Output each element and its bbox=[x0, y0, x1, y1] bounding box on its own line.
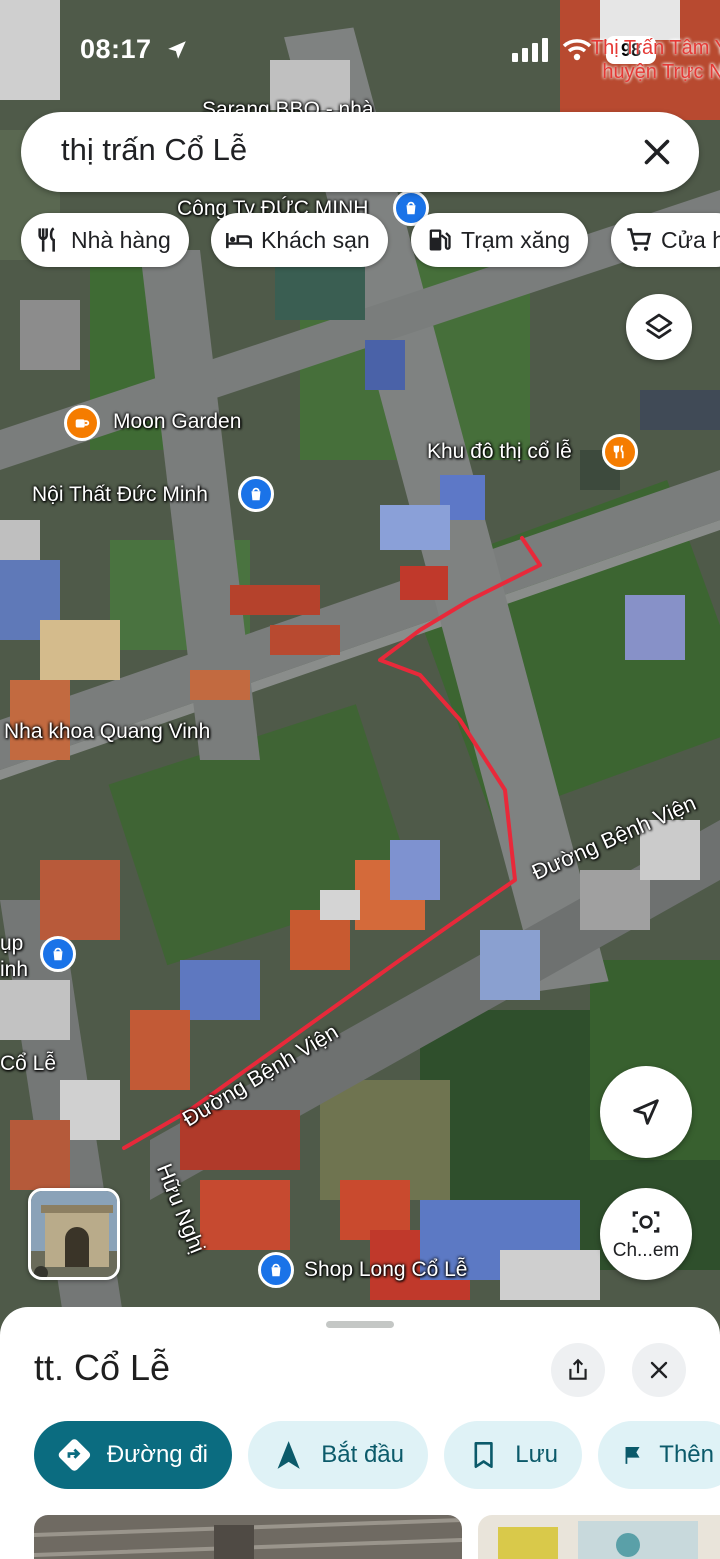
corner-label-line2: huyện Trực Ni bbox=[602, 61, 720, 83]
directions-icon bbox=[58, 1439, 91, 1471]
shopping-bag-pin-icon[interactable] bbox=[258, 1252, 294, 1288]
action-label: Lưu bbox=[515, 1441, 558, 1468]
chip-hotels[interactable]: Khách sạn bbox=[211, 213, 388, 267]
hotel-icon bbox=[226, 233, 252, 249]
chip-label: Trạm xăng bbox=[461, 226, 571, 253]
search-box[interactable]: thị trấn Cổ Lễ bbox=[21, 112, 699, 192]
shopping-bag-pin-icon[interactable] bbox=[40, 936, 76, 972]
layers-button[interactable] bbox=[626, 294, 692, 360]
directions-button[interactable]: Đường đi bbox=[34, 1421, 232, 1489]
place-bottom-sheet[interactable]: tt. Cổ Lễ Đường đi Bắt đầu Lưu Thên bbox=[0, 1307, 720, 1559]
lens-button[interactable]: Ch...em bbox=[600, 1188, 692, 1280]
chip-restaurants[interactable]: Nhà hàng bbox=[21, 213, 189, 267]
place-photo-1[interactable] bbox=[34, 1515, 462, 1559]
chip-label: Cửa h bbox=[661, 226, 720, 253]
search-query[interactable]: thị trấn Cổ Lễ bbox=[61, 132, 247, 168]
chip-gas-stations[interactable]: Trạm xăng bbox=[411, 213, 589, 267]
navigation-arrow-icon bbox=[633, 1099, 659, 1125]
category-chips: Nhà hàng Khách sạn Trạm xăng Cửa h bbox=[21, 213, 720, 267]
shopping-cart-icon bbox=[627, 228, 652, 251]
map-label-left-edge-2[interactable]: inh bbox=[0, 958, 28, 982]
cellular-signal-icon bbox=[512, 38, 548, 62]
close-sheet-button[interactable] bbox=[632, 1343, 686, 1397]
map-label-left-edge-1[interactable]: ụp bbox=[0, 932, 23, 956]
start-button[interactable]: Bắt đầu bbox=[248, 1421, 428, 1489]
chip-shopping[interactable]: Cửa h bbox=[611, 213, 720, 267]
gas-station-icon bbox=[429, 229, 451, 251]
close-icon bbox=[650, 1361, 668, 1379]
lens-label: Ch...em bbox=[612, 1240, 680, 1261]
street-view-photo bbox=[31, 1191, 117, 1277]
photo-image bbox=[478, 1515, 720, 1559]
chip-label: Khách sạn bbox=[261, 226, 370, 253]
map-label-khu-do-thi[interactable]: Khu đô thị cổ lễ bbox=[427, 440, 572, 464]
share-icon bbox=[569, 1358, 587, 1380]
map-label-moon-garden[interactable]: Moon Garden bbox=[113, 410, 241, 434]
cafe-pin-icon[interactable] bbox=[64, 405, 100, 441]
map-label-nha-khoa[interactable]: Nha khoa Quang Vinh bbox=[4, 720, 210, 744]
map-label-left-edge-3[interactable]: Cổ Lễ bbox=[0, 1052, 56, 1076]
camera-lens-icon bbox=[632, 1211, 660, 1233]
chip-label: Nhà hàng bbox=[71, 226, 171, 253]
save-button[interactable]: Lưu bbox=[444, 1421, 582, 1489]
restaurant-icon bbox=[38, 227, 55, 252]
corner-label-line1: Thị Trấn Tâm Y bbox=[590, 37, 720, 59]
status-time: 08:17 bbox=[80, 34, 152, 64]
navigation-arrow-icon bbox=[277, 1441, 300, 1469]
place-photo-2[interactable] bbox=[478, 1515, 720, 1559]
restaurant-pin-icon[interactable] bbox=[602, 434, 638, 470]
flag-icon bbox=[625, 1447, 640, 1464]
street-view-thumbnail[interactable] bbox=[28, 1188, 120, 1280]
more-button[interactable]: Thên bbox=[598, 1421, 720, 1489]
sheet-drag-handle[interactable] bbox=[326, 1321, 394, 1328]
status-bar: 08:17 98 Thị Trấn Tâm Y huyện Trực Ni bbox=[0, 30, 720, 83]
action-label: Đường đi bbox=[106, 1441, 208, 1468]
map-label-corner: Thị Trấn Tâm Y huyện Trực Ni bbox=[591, 36, 720, 84]
layers-icon bbox=[645, 313, 673, 339]
share-button[interactable] bbox=[551, 1343, 605, 1397]
bookmark-icon bbox=[474, 1441, 493, 1469]
map-label-shop-long[interactable]: Shop Long Cổ Lễ bbox=[304, 1258, 467, 1282]
shopping-bag-pin-icon[interactable] bbox=[238, 476, 274, 512]
action-label: Bắt đầu bbox=[321, 1441, 404, 1468]
close-icon[interactable] bbox=[639, 134, 675, 170]
my-location-button[interactable] bbox=[600, 1066, 692, 1158]
action-label: Thên bbox=[659, 1441, 714, 1468]
map-label-noi-that[interactable]: Nội Thất Đức Minh bbox=[32, 483, 208, 507]
place-title: tt. Cổ Lễ bbox=[34, 1347, 171, 1388]
wifi-icon bbox=[562, 39, 592, 61]
photo-image bbox=[34, 1515, 462, 1559]
location-arrow-icon bbox=[168, 41, 186, 59]
